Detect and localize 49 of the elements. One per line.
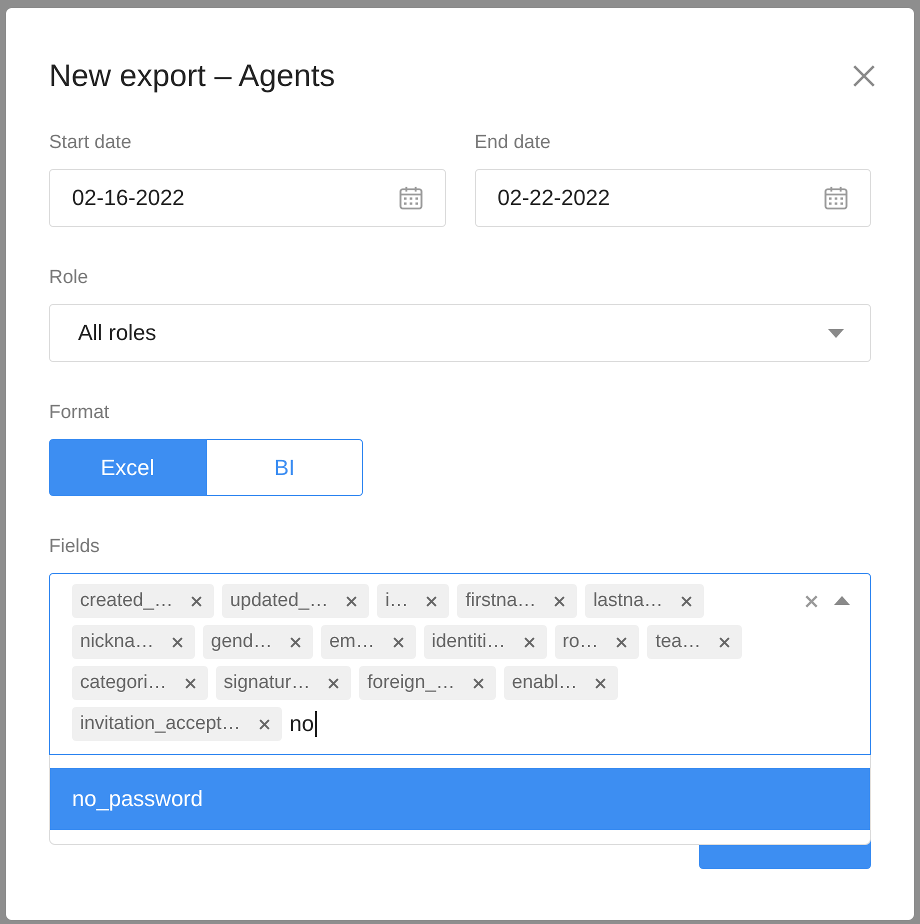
remove-icon[interactable] — [554, 596, 566, 606]
remove-icon[interactable] — [680, 596, 692, 606]
remove-icon[interactable] — [426, 596, 438, 606]
search-input[interactable]: no — [290, 711, 318, 737]
tag-label: created_… — [80, 590, 173, 612]
remove-icon[interactable] — [258, 718, 270, 730]
tag-label: identiti… — [432, 631, 506, 653]
remove-icon[interactable] — [190, 596, 202, 606]
tag-label: nickna… — [80, 631, 154, 653]
tag-label: tea… — [655, 631, 701, 653]
remove-icon[interactable] — [172, 636, 183, 648]
remove-icon[interactable] — [346, 596, 358, 606]
remove-icon[interactable] — [595, 678, 606, 688]
remove-icon[interactable] — [328, 678, 340, 688]
remove-icon[interactable] — [392, 636, 404, 648]
clear-icon[interactable] — [805, 594, 818, 608]
dialog-title: New export – Agents — [49, 58, 336, 94]
close-icon[interactable] — [851, 63, 877, 89]
calendar-icon[interactable] — [396, 184, 424, 212]
tag-label: updated_… — [230, 590, 328, 612]
remove-icon[interactable] — [290, 636, 302, 648]
role-select[interactable]: All roles — [49, 304, 871, 362]
fields-multiselect[interactable]: created_… updated_… i… firstna… lastna… nickna… gend… em… identiti… ro… tea… categori… signatur… foreign_… enabl… invitation_accept… no — [49, 573, 871, 755]
tag-label: categori… — [80, 672, 167, 694]
caret-down-icon — [828, 328, 844, 338]
remove-icon[interactable] — [472, 678, 484, 688]
tag-label: ro… — [562, 631, 598, 653]
tag-label: firstna… — [465, 590, 536, 612]
tag-label: foreign_… — [367, 672, 455, 694]
date-field[interactable]: 02-22-2022 — [474, 169, 871, 227]
tag-label: enabl… — [512, 672, 578, 694]
field-label: End date — [474, 132, 551, 154]
tag-label: i… — [385, 590, 408, 612]
calendar-icon[interactable] — [822, 184, 850, 212]
tag-label: em… — [329, 631, 375, 653]
field-label: Format — [49, 402, 110, 424]
field-label: Start date — [49, 132, 132, 154]
remove-icon[interactable] — [616, 636, 628, 648]
tag-label: lastna… — [593, 590, 663, 612]
field-label: Fields — [49, 536, 100, 558]
tag-label: gend… — [210, 631, 272, 653]
date-field[interactable]: 02-16-2022 — [49, 169, 446, 227]
remove-icon[interactable] — [524, 636, 535, 648]
remove-icon[interactable] — [184, 678, 196, 688]
remove-icon[interactable] — [718, 636, 730, 648]
tag-label: invitation_accept… — [80, 713, 241, 735]
caret-up-icon[interactable] — [834, 596, 850, 606]
tag-label: signatur… — [224, 672, 310, 694]
field-label: Role — [49, 267, 88, 289]
